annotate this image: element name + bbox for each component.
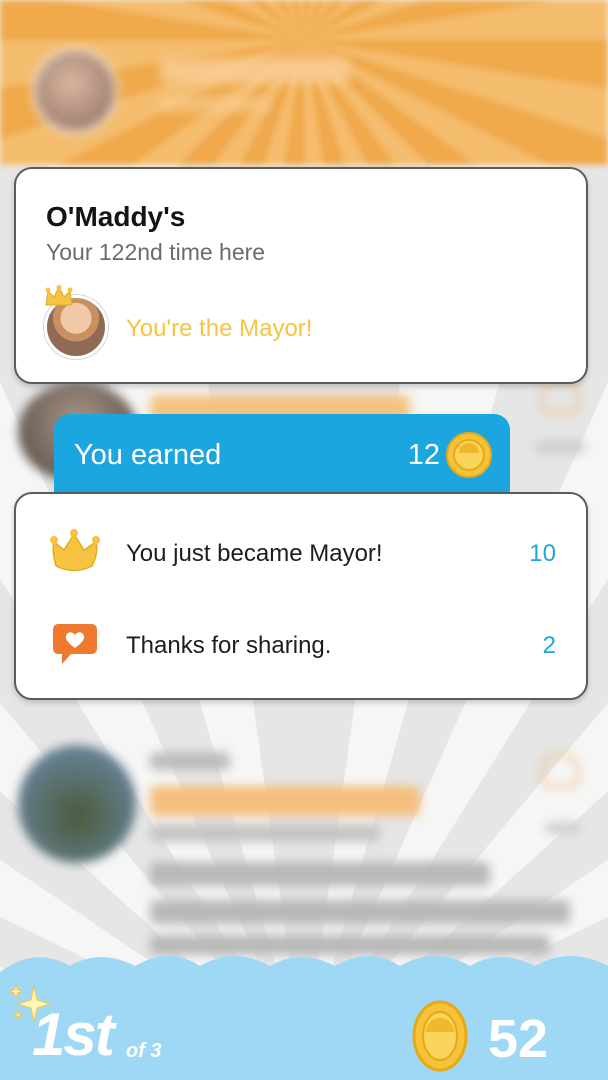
reward-row: Thanks for sharing. 2 xyxy=(16,604,586,684)
background-text xyxy=(535,440,585,454)
reward-row: You just became Mayor! 10 xyxy=(16,512,586,592)
reward-label: You just became Mayor! xyxy=(126,540,383,567)
heart-icon xyxy=(540,752,580,788)
crown-icon xyxy=(45,285,73,306)
crown-icon xyxy=(50,529,100,572)
background-avatar xyxy=(32,48,118,134)
leaderboard-bar[interactable]: 1st of 3 52 xyxy=(0,952,608,1080)
background-text xyxy=(150,900,570,924)
background-subtitle xyxy=(160,96,270,112)
background-avatar xyxy=(18,745,136,863)
venue-checkin-card: O'Maddy's Your 122nd time here You're th… xyxy=(14,167,588,384)
coin-total: 52 xyxy=(488,1009,549,1069)
coin-icon xyxy=(446,432,492,478)
earned-total: 12 xyxy=(407,439,440,471)
reward-points: 10 xyxy=(529,540,556,567)
mayor-status: You're the Mayor! xyxy=(126,315,313,342)
heart-speech-bubble-icon xyxy=(53,624,97,664)
venue-name: O'Maddy's xyxy=(46,201,186,232)
rank-position: 1st xyxy=(32,1001,115,1068)
background-title xyxy=(160,58,350,84)
rank-of-total: of 3 xyxy=(126,1040,162,1062)
background-text xyxy=(150,752,230,770)
background-text xyxy=(150,824,380,842)
coin-icon xyxy=(412,1000,468,1072)
rewards-card: You just became Mayor! 10 Thanks for sha… xyxy=(14,492,588,700)
reward-label: Thanks for sharing. xyxy=(126,632,332,659)
reward-points: 2 xyxy=(542,632,556,659)
visit-count: Your 122nd time here xyxy=(46,239,266,265)
background-text xyxy=(150,786,420,816)
earned-label: You earned xyxy=(74,439,222,471)
background-text xyxy=(545,822,580,834)
background-text xyxy=(150,862,490,886)
